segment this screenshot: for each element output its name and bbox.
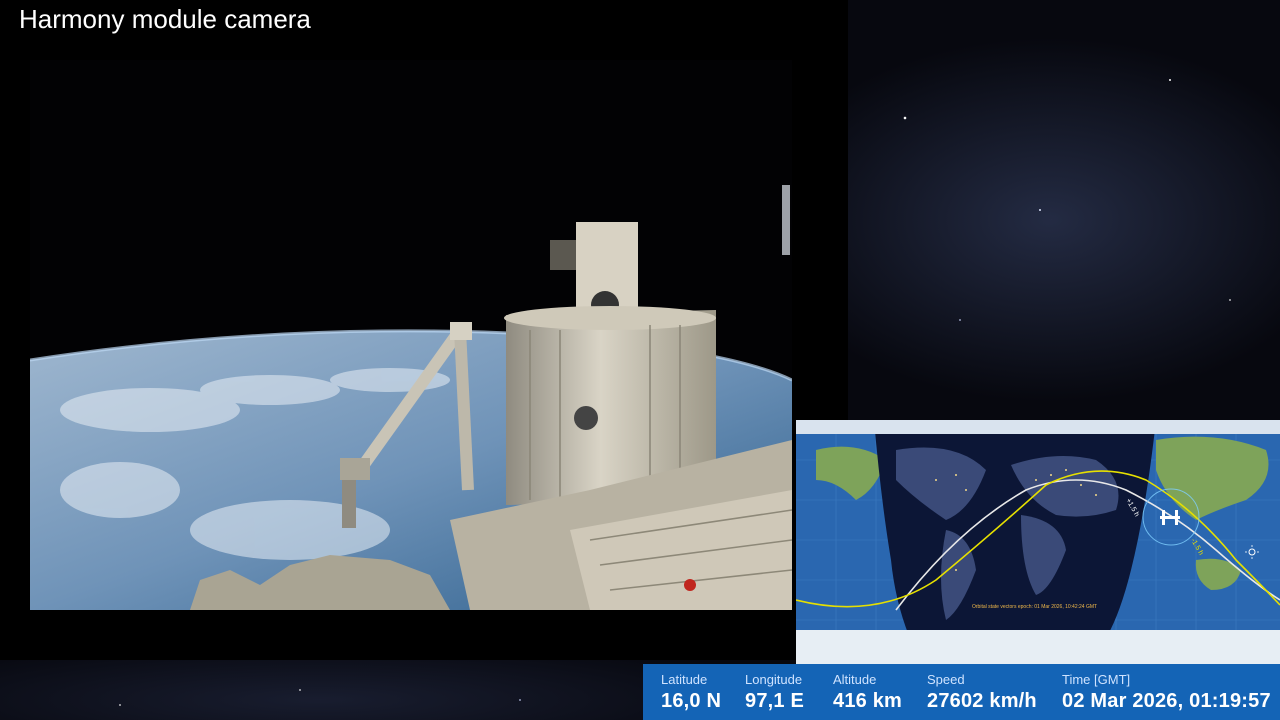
altitude-value: 416 km xyxy=(833,690,903,712)
altitude-label: Altitude xyxy=(833,672,877,687)
arctic xyxy=(796,420,1280,434)
longitude-value: 97,1 E xyxy=(745,690,805,712)
latitude-label: Latitude xyxy=(661,672,708,687)
time-value: 02 Mar 2026, 01:19:57 xyxy=(1062,690,1271,712)
longitude-label: Longitude xyxy=(745,672,803,687)
epoch-note: Orbital state vectors epoch: 01 Mar 2026… xyxy=(972,604,1097,610)
camera-feed[interactable] xyxy=(30,60,792,610)
iss-tracker-map[interactable]: +1.5 h -1.5 h Orbital state vectors epoc… xyxy=(796,420,1280,664)
speed-value: 27602 km/h xyxy=(927,690,1037,712)
antarctica xyxy=(796,630,1280,664)
time-label: Time [GMT] xyxy=(1062,672,1131,687)
speed-label: Speed xyxy=(927,672,965,687)
window-glare xyxy=(782,185,790,255)
telemetry-bar: Latitude 16,0 N Longitude 97,1 E Altitud… xyxy=(643,664,1280,720)
page-title: Harmony module camera xyxy=(19,4,311,34)
latitude-value: 16,0 N xyxy=(661,690,722,712)
